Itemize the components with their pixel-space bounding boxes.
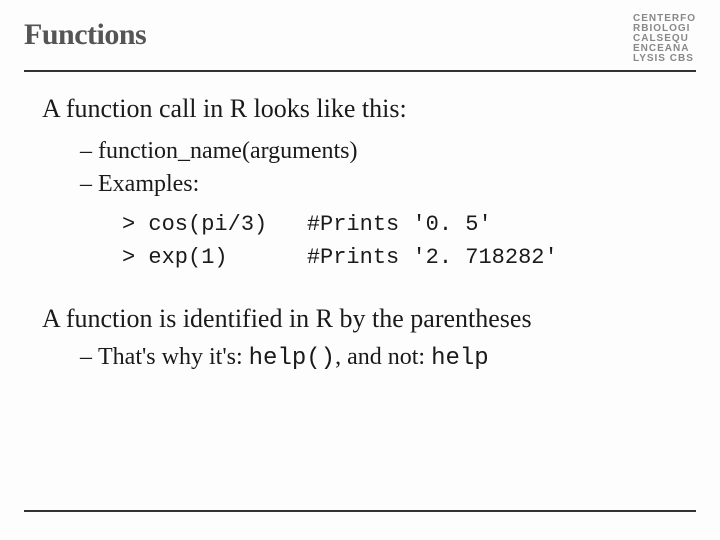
bullet-help: –That's why it's: help(), and not: help <box>80 344 686 372</box>
divider-bottom <box>24 510 696 512</box>
bullet-syntax: –function_name(arguments) <box>80 138 686 165</box>
bullet-syntax-text: function_name(arguments) <box>98 138 357 164</box>
slide-title: Functions <box>24 18 146 52</box>
bullet-help-pre: That's why it's: <box>98 344 249 370</box>
code-help-parens: help() <box>249 345 335 372</box>
lead-text-1: A function call in R looks like this: <box>42 94 686 124</box>
org-logo: CENTERFO RBIOLOGI CALSEQU ENCEANA LYSIS … <box>633 14 696 64</box>
header: Functions CENTERFO RBIOLOGI CALSEQU ENCE… <box>24 18 696 64</box>
code-example: > cos(pi/3) #Prints '0. 5' > exp(1) #Pri… <box>122 208 686 274</box>
bullet-examples-text: Examples: <box>98 171 199 197</box>
lead-text-2: A function is identified in R by the par… <box>42 304 686 334</box>
code-help-bare: help <box>431 345 489 372</box>
slide: Functions CENTERFO RBIOLOGI CALSEQU ENCE… <box>0 0 720 540</box>
content: A function call in R looks like this: –f… <box>24 72 696 372</box>
bullet-help-mid: , and not: <box>335 344 431 370</box>
bullet-examples: –Examples: <box>80 171 686 198</box>
